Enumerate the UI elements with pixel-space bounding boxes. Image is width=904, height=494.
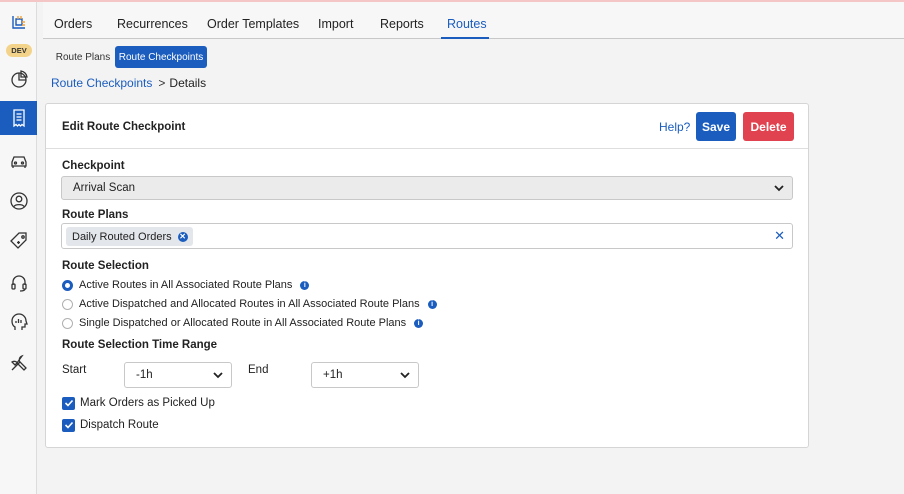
route-plans-label: Route Plans (62, 209, 129, 221)
end-label: End (248, 364, 269, 376)
card-header: Edit Route Checkpoint Help? Save Delete (46, 104, 808, 149)
checkpoint-select[interactable]: Arrival Scan (61, 176, 793, 200)
save-button[interactable]: Save (696, 112, 736, 141)
clear-all-icon[interactable]: ✕ (774, 228, 785, 244)
radio-button[interactable] (62, 298, 73, 310)
sidebar-item-orders[interactable] (0, 101, 37, 135)
sidebar: DEV (0, 2, 37, 494)
subtab-route-checkpoints[interactable]: Route Checkpoints (115, 46, 207, 68)
chevron-down-icon (774, 185, 784, 192)
route-plan-chip-label: Daily Routed Orders (72, 230, 172, 243)
receipt-icon (12, 109, 25, 128)
route-selection-option[interactable]: Active Dispatched and Allocated Routes i… (62, 297, 437, 311)
sidebar-item-vehicles[interactable] (0, 143, 37, 177)
chevron-down-icon (400, 372, 410, 379)
car-icon (10, 156, 27, 168)
sidebar-item-dashboard[interactable] (0, 62, 37, 96)
tab-import[interactable]: Import (318, 17, 353, 31)
info-icon[interactable]: i (427, 299, 437, 309)
dispatch-route-checkbox[interactable]: Dispatch Route (62, 418, 159, 432)
tab-orders[interactable]: Orders (54, 17, 92, 31)
sidebar-item-analytics[interactable] (0, 305, 37, 339)
breadcrumb-link[interactable]: Route Checkpoints (51, 76, 152, 90)
checkbox-label: Mark Orders as Picked Up (80, 397, 215, 409)
analytics-head-icon (10, 313, 28, 330)
time-range-label: Route Selection Time Range (62, 339, 218, 351)
tab-recurrences[interactable]: Recurrences (117, 17, 188, 31)
checkbox-checked[interactable] (62, 418, 75, 432)
end-select[interactable]: +1h (311, 362, 419, 388)
route-selection-option[interactable]: Active Routes in All Associated Route Pl… (62, 278, 310, 292)
pie-chart-icon (10, 70, 28, 88)
start-select-value: -1h (136, 369, 153, 381)
tab-reports[interactable]: Reports (380, 17, 424, 31)
start-label: Start (62, 364, 87, 376)
checkbox-checked[interactable] (62, 396, 75, 410)
tools-icon (10, 354, 27, 371)
info-icon[interactable]: i (300, 280, 310, 290)
sidebar-item-support[interactable] (0, 266, 37, 300)
checkpoint-select-value: Arrival Scan (73, 182, 135, 194)
radio-label: Single Dispatched or Allocated Route in … (79, 317, 407, 329)
breadcrumb-separator: > (158, 76, 166, 90)
radio-label: Active Routes in All Associated Route Pl… (79, 279, 293, 291)
tab-routes[interactable]: Routes (447, 17, 487, 31)
checkbox-label: Dispatch Route (80, 419, 159, 431)
delete-button[interactable]: Delete (743, 112, 794, 141)
chevron-down-icon (213, 372, 223, 379)
active-tab-indicator (441, 37, 489, 39)
sidebar-item-pricing[interactable] (0, 224, 37, 258)
route-plans-multiselect[interactable]: Daily Routed Orders ✕ ✕ (61, 223, 793, 249)
route-plan-chip: Daily Routed Orders ✕ (66, 227, 193, 246)
main-content: Orders Recurrences Order Templates Impor… (37, 2, 904, 494)
edit-checkpoint-card: Edit Route Checkpoint Help? Save Delete … (45, 103, 809, 448)
sidebar-item-users[interactable] (0, 184, 37, 218)
radio-button[interactable] (62, 317, 73, 329)
mark-picked-up-checkbox[interactable]: Mark Orders as Picked Up (62, 396, 215, 410)
checkmark-icon (64, 421, 73, 429)
user-circle-icon (9, 192, 28, 210)
card-title: Edit Route Checkpoint (62, 121, 186, 133)
route-selection-label: Route Selection (62, 260, 149, 272)
breadcrumb: Route Checkpoints > Details (51, 76, 206, 90)
start-select[interactable]: -1h (124, 362, 232, 388)
help-link[interactable]: Help? (659, 120, 690, 134)
end-select-value: +1h (323, 369, 343, 381)
breadcrumb-current: Details (169, 76, 207, 90)
info-icon[interactable]: i (414, 318, 424, 328)
radio-label: Active Dispatched and Allocated Routes i… (79, 298, 420, 310)
checkmark-icon (64, 399, 73, 407)
route-selection-option[interactable]: Single Dispatched or Allocated Route in … (62, 316, 424, 330)
price-tag-icon (9, 232, 27, 249)
top-nav: Orders Recurrences Order Templates Impor… (43, 2, 904, 39)
sidebar-item-settings[interactable] (0, 346, 37, 380)
remove-chip-icon[interactable]: ✕ (177, 231, 188, 242)
app-logo-icon[interactable] (0, 6, 37, 40)
env-badge: DEV (6, 44, 32, 57)
subtab-route-plans[interactable]: Route Plans (53, 46, 113, 68)
headset-icon (10, 275, 27, 292)
checkpoint-label: Checkpoint (62, 160, 125, 172)
radio-button-checked[interactable] (62, 279, 73, 291)
tab-order-templates[interactable]: Order Templates (207, 17, 299, 31)
